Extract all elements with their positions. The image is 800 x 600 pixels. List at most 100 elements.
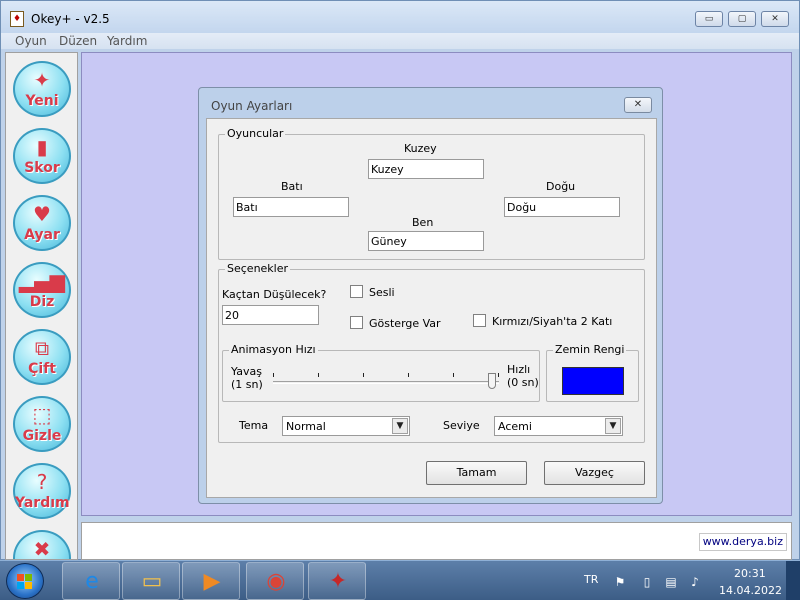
toolbar-button-yeni[interactable]: ✦ Yeni <box>13 61 71 117</box>
dialog-title: Oyun Ayarları <box>211 99 293 113</box>
double-score-checkbox[interactable] <box>473 314 486 327</box>
power-icon[interactable]: ▯ <box>640 575 654 589</box>
slider-tick <box>498 373 499 377</box>
internet-explorer-icon: e <box>85 569 99 594</box>
chrome-icon: ◉ <box>266 569 286 594</box>
flag-notification-icon[interactable]: ⚑ <box>613 575 627 589</box>
options-group: Seçenekler Kaçtan Düşülecek? Sesli Göste… <box>218 262 645 443</box>
heart-icon: ♥ <box>33 202 51 226</box>
minimize-button[interactable]: ▭ <box>695 11 723 27</box>
slow-sub-label: (1 sn) <box>231 378 263 391</box>
star-icon: ✦ <box>33 68 51 92</box>
website-link[interactable]: www.derya.biz <box>698 533 787 551</box>
drop-limit-label: Kaçtan Düşülecek? <box>222 288 327 301</box>
chevron-down-icon[interactable]: ▼ <box>392 418 408 434</box>
menu-bar: Oyun Düzen Yardım <box>1 33 799 49</box>
background-color-swatch[interactable] <box>562 367 624 395</box>
logo-quadrant <box>25 574 32 581</box>
windows-logo-icon <box>17 574 33 590</box>
pair-icon: ⧉ <box>34 336 50 360</box>
left-toolbar: ✦ Yeni ▮ Skor ♥ Ayar ▂▄▆ Diz ⧉ Çift ⬚ Gizle ? Yardım ✖ <box>5 52 78 560</box>
menu-duzen[interactable]: Düzen <box>59 34 97 48</box>
theme-select[interactable]: Normal ▼ <box>282 416 410 436</box>
menu-oyun[interactable]: Oyun <box>15 34 47 48</box>
logo-quadrant <box>17 574 24 581</box>
me-label: Ben <box>412 216 434 229</box>
volume-icon[interactable]: ♪ <box>688 575 702 589</box>
west-player-input[interactable] <box>233 197 349 217</box>
menu-yardim[interactable]: Yardım <box>107 34 147 48</box>
slider-tick <box>273 373 274 377</box>
settings-dialog: Oyun Ayarları ✕ Oyuncular Kuzey Batı Doğ… <box>198 87 663 504</box>
network-icon[interactable]: ▤ <box>664 575 678 589</box>
toolbar-button-çift[interactable]: ⧉ Çift <box>13 329 71 385</box>
background-color-group: Zemin Rengi <box>546 343 639 402</box>
title-bar[interactable]: ♦ Okey+ - v2.5 ▭ ▢ ✕ <box>1 1 799 33</box>
players-group: Oyuncular Kuzey Batı Doğu Ben <box>218 127 645 260</box>
slider-tick <box>453 373 454 377</box>
level-value: Acemi <box>498 420 532 433</box>
indicator-checkbox[interactable] <box>350 316 363 329</box>
cancel-button[interactable]: Vazgeç <box>544 461 645 485</box>
indicator-label: Gösterge Var <box>369 317 441 330</box>
ok-button[interactable]: Tamam <box>426 461 527 485</box>
question-icon: ? <box>36 470 48 494</box>
clock-date[interactable]: 14.04.2022 <box>719 584 782 597</box>
app-icon: ♦ <box>10 11 24 27</box>
level-select[interactable]: Acemi ▼ <box>494 416 623 436</box>
clock-time[interactable]: 20:31 <box>734 567 766 580</box>
taskbar-internet-explorer[interactable]: e <box>62 562 120 600</box>
double-score-label: Kırmızı/Siyah'ta 2 Katı <box>492 315 613 328</box>
theme-label: Tema <box>239 419 269 432</box>
maximize-button[interactable]: ▢ <box>728 11 756 27</box>
toolbar-button-exit[interactable]: ✖ <box>13 530 71 560</box>
taskbar-chrome[interactable]: ◉ <box>246 562 304 600</box>
north-player-input[interactable] <box>368 159 484 179</box>
north-label: Kuzey <box>404 142 437 155</box>
taskbar-media-player[interactable]: ▶ <box>182 562 240 600</box>
toolbar-button-ayar[interactable]: ♥ Ayar <box>13 195 71 251</box>
bar-chart-icon: ▂▄▆ <box>18 269 66 293</box>
me-player-input[interactable] <box>368 231 484 251</box>
options-group-label: Seçenekler <box>225 262 291 275</box>
toolbar-button-skor[interactable]: ▮ Skor <box>13 128 71 184</box>
toolbar-button-label: Diz <box>29 294 55 310</box>
file-explorer-icon: ▭ <box>141 569 163 594</box>
show-desktop-button[interactable] <box>786 561 800 600</box>
fast-sub-label: (0 sn) <box>507 376 539 389</box>
sound-label: Sesli <box>369 286 395 299</box>
east-player-input[interactable] <box>504 197 620 217</box>
close-button[interactable]: ✕ <box>761 11 789 27</box>
hide-icon: ⬚ <box>32 403 52 427</box>
toolbar-button-yardım[interactable]: ? Yardım <box>13 463 71 519</box>
drop-limit-input[interactable] <box>222 305 319 325</box>
slider-thumb[interactable] <box>488 373 497 389</box>
slider-tick <box>363 373 364 377</box>
animation-speed-label: Animasyon Hızı <box>229 343 318 356</box>
media-player-icon: ▶ <box>203 569 221 594</box>
east-label: Doğu <box>546 180 576 193</box>
start-button[interactable] <box>6 563 44 599</box>
exit-icon: ✖ <box>33 537 51 560</box>
slider-tick <box>318 373 319 377</box>
theme-value: Normal <box>286 420 326 433</box>
toolbar-button-diz[interactable]: ▂▄▆ Diz <box>13 262 71 318</box>
status-area: www.derya.biz <box>81 522 792 560</box>
language-indicator[interactable]: TR <box>584 573 598 586</box>
slider-tick <box>408 373 409 377</box>
background-color-label: Zemin Rengi <box>553 343 627 356</box>
toolbar-button-label: Skor <box>24 160 60 176</box>
dialog-body: Oyuncular Kuzey Batı Doğu Ben Seçenekler… <box>206 118 657 498</box>
chevron-down-icon[interactable]: ▼ <box>605 418 621 434</box>
toolbar-button-gizle[interactable]: ⬚ Gizle <box>13 396 71 452</box>
sound-checkbox[interactable] <box>350 285 363 298</box>
taskbar-okey-app[interactable]: ✦ <box>308 562 366 600</box>
scoreboard-icon: ▮ <box>36 135 48 159</box>
toolbar-button-label: Çift <box>28 361 56 377</box>
taskbar-file-explorer[interactable]: ▭ <box>122 562 180 600</box>
okey-app-icon: ✦ <box>328 569 348 594</box>
dialog-close-button[interactable]: ✕ <box>624 97 652 113</box>
toolbar-button-label: Yeni <box>25 93 59 109</box>
slow-label: Yavaş <box>231 365 262 378</box>
logo-quadrant <box>17 582 24 589</box>
